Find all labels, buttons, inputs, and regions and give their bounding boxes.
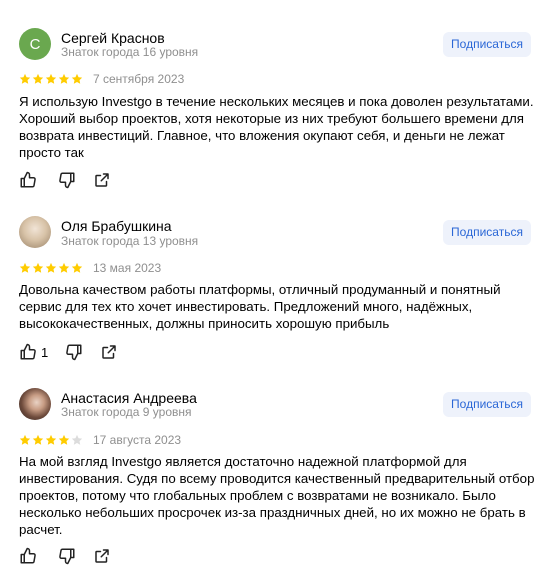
- star-filled-icon: [58, 262, 70, 273]
- star-filled-icon: [32, 434, 44, 445]
- review-text: Довольна качеством работы платформы, отл…: [19, 282, 501, 331]
- thumbs-down-icon: [59, 548, 75, 565]
- dislike-button[interactable]: [65, 342, 83, 362]
- avatar[interactable]: С: [19, 28, 51, 60]
- avatar-letter: С: [29, 35, 41, 53]
- like-button[interactable]: [19, 546, 41, 566]
- reviewer-name[interactable]: Сергей Краснов: [61, 30, 165, 46]
- reviewer-level: Знаток города 13 уровня: [61, 234, 199, 248]
- thumbs-down-icon: [59, 172, 75, 189]
- dislike-button[interactable]: [58, 170, 76, 190]
- share-icon: [95, 549, 109, 563]
- thumbs-down-icon: [66, 344, 82, 361]
- thumbs-up-icon: [20, 343, 36, 360]
- star-filled-icon: [71, 262, 83, 273]
- reviewer-name[interactable]: Оля Брабушкина: [61, 218, 172, 234]
- star-filled-icon: [45, 262, 57, 273]
- review-date: 17 августа 2023: [93, 433, 182, 447]
- review-text: На мой взгляд Investgo является достаточ…: [19, 454, 535, 537]
- review-date: 7 сентября 2023: [93, 72, 185, 86]
- share-button[interactable]: [100, 342, 118, 362]
- like-count: 1: [41, 344, 49, 360]
- thumbs-up-icon: [20, 171, 36, 188]
- dislike-button[interactable]: [58, 546, 76, 566]
- rating-stars: [19, 434, 83, 446]
- review-actions: [19, 170, 111, 190]
- share-icon: [102, 345, 116, 359]
- reviewer-level: Знаток города 16 уровня: [61, 45, 199, 59]
- share-button[interactable]: [93, 170, 111, 190]
- subscribe-button[interactable]: Подписаться: [443, 32, 531, 57]
- reviewer-level: Знаток города 9 уровня: [61, 405, 192, 419]
- star-filled-icon: [19, 434, 31, 445]
- like-button[interactable]: 1: [19, 342, 48, 362]
- share-icon: [95, 173, 109, 187]
- review-text: Я использую Investgo в течение нескольки…: [19, 94, 534, 160]
- avatar[interactable]: [19, 216, 51, 248]
- star-filled-icon: [45, 434, 57, 445]
- star-filled-icon: [45, 73, 57, 84]
- review-actions: [19, 546, 111, 566]
- review-date: 13 мая 2023: [93, 261, 162, 275]
- star-filled-icon: [32, 73, 44, 84]
- star-filled-icon: [19, 262, 31, 273]
- star-empty-icon: [71, 434, 83, 445]
- avatar[interactable]: [19, 388, 51, 420]
- star-filled-icon: [71, 73, 83, 84]
- star-filled-icon: [19, 73, 31, 84]
- rating-stars: [19, 262, 83, 274]
- star-filled-icon: [58, 73, 70, 84]
- star-filled-icon: [32, 262, 44, 273]
- review-actions: 1: [19, 342, 118, 362]
- share-button[interactable]: [93, 546, 111, 566]
- reviewer-name[interactable]: Анастасия Андреева: [61, 390, 197, 406]
- star-filled-icon: [58, 434, 70, 445]
- subscribe-button[interactable]: Подписаться: [443, 220, 531, 245]
- subscribe-button[interactable]: Подписаться: [443, 392, 531, 417]
- like-button[interactable]: [19, 170, 41, 190]
- rating-stars: [19, 73, 83, 85]
- thumbs-up-icon: [20, 547, 36, 564]
